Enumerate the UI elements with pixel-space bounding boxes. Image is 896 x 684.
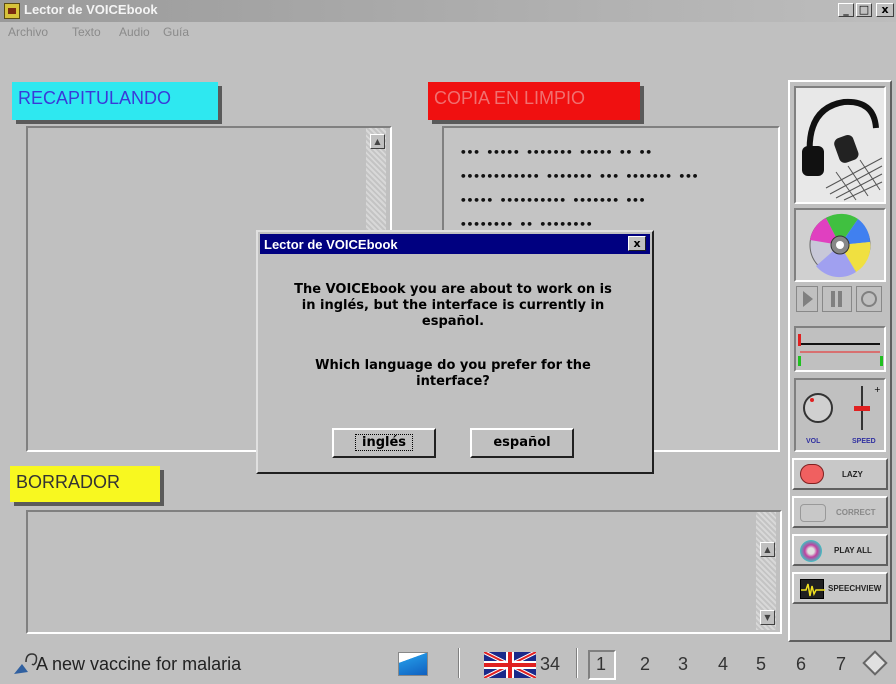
menu-guia[interactable]: Guía [163, 25, 189, 39]
wave-icon[interactable] [398, 652, 428, 676]
dialog-close-button[interactable]: x [628, 236, 646, 251]
status-divider [458, 648, 460, 678]
repeat-button[interactable] [856, 286, 882, 312]
dialog-question: Which language do you prefer for the int… [315, 358, 591, 389]
minimize-button[interactable]: _ [838, 3, 854, 17]
lazy-button[interactable]: LAZY [792, 458, 888, 490]
speed-label: SPEED [852, 438, 876, 445]
play-all-label: PLAY ALL [834, 546, 872, 555]
borrador-label: BORRADOR [10, 466, 160, 502]
espanol-button[interactable]: español [470, 428, 574, 458]
page-3-button[interactable]: 3 [678, 654, 688, 675]
borrador-scroll-down[interactable]: ▼ [760, 610, 775, 625]
status-divider [576, 648, 578, 678]
menu-bar: Archivo Texto Audio Guía [0, 22, 896, 42]
lazy-label: LAZY [842, 470, 863, 479]
maximize-button[interactable]: □ [856, 3, 872, 17]
ingles-button-label: inglés [354, 434, 414, 451]
copia-label: COPIA EN LIMPIO [428, 82, 640, 120]
dialog-message: The VOICEbook you are about to work on i… [294, 282, 612, 329]
menu-texto[interactable]: Texto [72, 25, 101, 39]
svg-text:+: + [874, 385, 881, 394]
page-6-button[interactable]: 6 [796, 654, 806, 675]
speechview-label: SPEECHVIEW [828, 584, 882, 593]
ingles-button[interactable]: inglés [332, 428, 436, 458]
correct-button[interactable]: CORRECT [792, 496, 888, 528]
play-button[interactable] [796, 286, 818, 312]
page-4-button[interactable]: 4 [718, 654, 728, 675]
close-button[interactable]: x [876, 3, 894, 17]
recapitulando-scroll-up[interactable]: ▲ [370, 134, 385, 149]
menu-archivo[interactable]: Archivo [8, 25, 48, 39]
pause-button[interactable] [822, 286, 852, 312]
dialog-title: Lector de VOICEbook [264, 237, 398, 252]
status-bar: A new vaccine for malaria 34 1 2 3 4 5 6… [0, 644, 896, 684]
play-all-icon [800, 540, 822, 562]
page-7-button[interactable]: 7 [836, 654, 846, 675]
copia-text-line: •••••••••••• ••••••• ••• ••••••• ••• [460, 170, 699, 183]
borrador-panel[interactable]: ▲ ▼ [26, 510, 782, 634]
vol-speed-controls: + VOL SPEED [794, 378, 886, 452]
play-all-button[interactable]: PLAY ALL [792, 534, 888, 566]
vol-label: VOL [806, 438, 821, 445]
lazy-icon [800, 464, 824, 484]
page-1-button[interactable]: 1 [588, 650, 616, 680]
page-count: 34 [540, 654, 561, 674]
document-title: A new vaccine for malaria [36, 654, 242, 674]
copia-text-line: ••• ••••• ••••••• ••••• •• •• [460, 146, 653, 159]
speechview-button[interactable]: SPEECHVIEW [792, 572, 888, 604]
cd-icon [794, 208, 886, 282]
headphones-image [794, 86, 886, 204]
recapitulando-label: RECAPITULANDO [12, 82, 218, 120]
borrador-scroll-up[interactable]: ▲ [760, 542, 775, 557]
speechview-icon [800, 579, 825, 599]
title-bar: Lector de VOICEbook _ □ x [0, 0, 896, 22]
uk-flag-icon[interactable] [483, 650, 537, 680]
language-dialog: Lector de VOICEbook x The VOICEbook you … [256, 230, 654, 474]
app-icon [4, 3, 20, 19]
correct-icon [800, 504, 826, 522]
copia-text-line: ••••• •••••••••• ••••••• ••• [460, 194, 646, 207]
position-slider[interactable] [794, 326, 886, 372]
menu-audio[interactable]: Audio [119, 25, 150, 39]
dialog-title-bar: Lector de VOICEbook x [260, 234, 650, 254]
ear-icon [10, 652, 38, 678]
page-2-button[interactable]: 2 [640, 654, 650, 675]
page-1-label: 1 [596, 654, 607, 674]
page-5-button[interactable]: 5 [756, 654, 766, 675]
window-title: Lector de VOICEbook [24, 2, 158, 17]
next-page-icon[interactable] [862, 650, 888, 676]
correct-label: CORRECT [836, 508, 876, 517]
